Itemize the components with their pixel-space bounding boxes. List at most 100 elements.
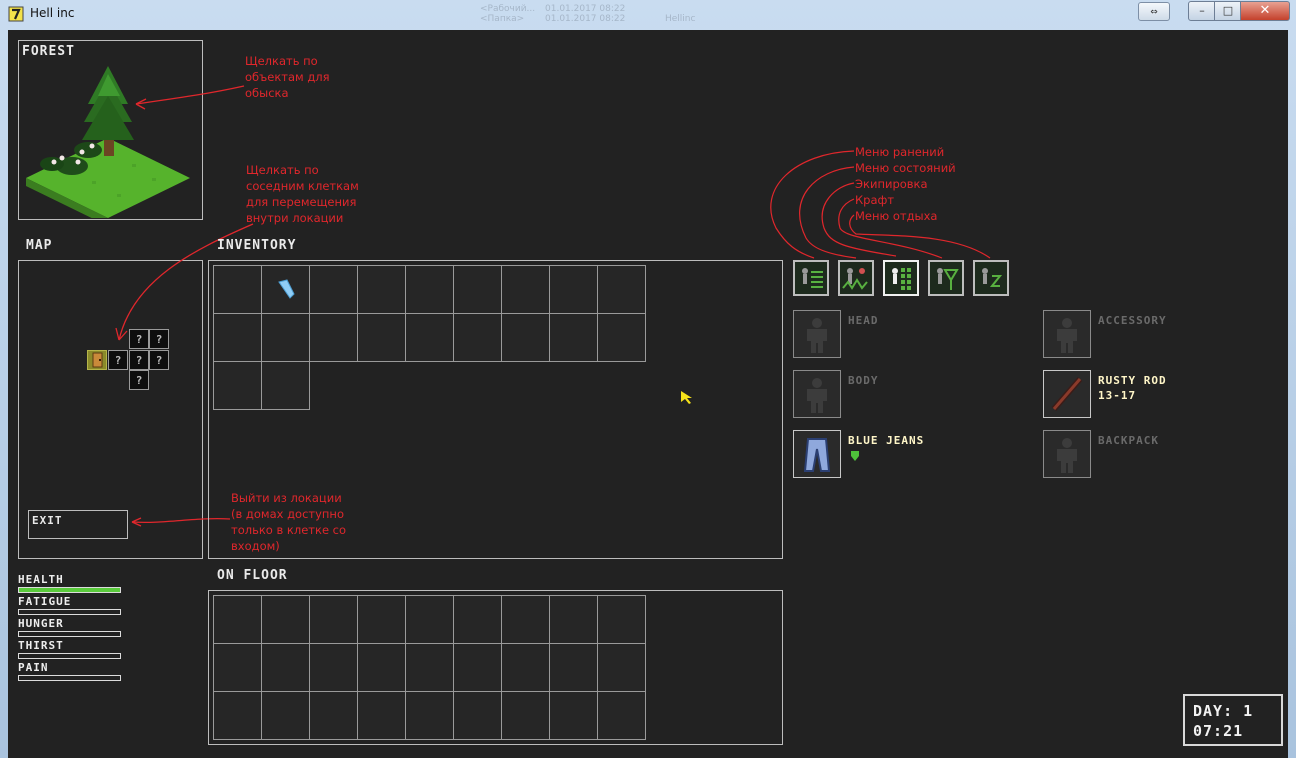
background-text: Hellinc xyxy=(665,14,696,24)
equip-body-label: BODY xyxy=(848,374,879,387)
craft-icon xyxy=(937,268,959,290)
floor-slot[interactable] xyxy=(261,691,310,740)
map-title: MAP xyxy=(26,238,53,253)
equip-slot-accessory[interactable] xyxy=(1043,310,1091,358)
floor-slot[interactable] xyxy=(309,643,358,692)
floor-slot[interactable] xyxy=(597,643,646,692)
floor-slot[interactable] xyxy=(597,691,646,740)
floor-slot[interactable] xyxy=(501,595,550,644)
background-text: <Рабочий... xyxy=(480,4,536,14)
floor-title: ON FLOOR xyxy=(217,568,288,583)
stat-pain-bar xyxy=(18,675,121,681)
stat-fatigue-label: FATIGUE xyxy=(18,595,72,608)
stat-pain-label: PAIN xyxy=(18,661,49,674)
floor-slot[interactable] xyxy=(597,595,646,644)
inventory-slot[interactable] xyxy=(597,313,646,362)
window-title: Hell inc xyxy=(30,6,75,20)
inventory-grid xyxy=(213,265,694,410)
floor-slot[interactable] xyxy=(405,643,454,692)
clock: 07:21 xyxy=(1193,722,1244,740)
grid-spacer xyxy=(645,313,694,362)
inventory-slot[interactable] xyxy=(309,313,358,362)
equip-slot-legs[interactable] xyxy=(793,430,841,478)
tab-equipment[interactable] xyxy=(883,260,919,296)
floor-slot[interactable] xyxy=(357,643,406,692)
floor-slot[interactable] xyxy=(453,691,502,740)
inventory-slot[interactable] xyxy=(453,265,502,314)
minimize-button[interactable]: – xyxy=(1188,1,1216,21)
equip-accessory-label: ACCESSORY xyxy=(1098,314,1167,327)
grid-spacer xyxy=(645,643,694,692)
stat-thirst: THIRST xyxy=(18,640,121,659)
silhouette-icon xyxy=(1057,318,1077,353)
inventory-slot[interactable] xyxy=(213,313,262,362)
equip-slot-backpack[interactable] xyxy=(1043,430,1091,478)
exit-button[interactable]: EXIT xyxy=(28,510,128,539)
grid-spacer xyxy=(645,691,694,740)
inventory-slot[interactable] xyxy=(357,313,406,362)
inventory-slot[interactable] xyxy=(405,265,454,314)
armor-shield-icon xyxy=(851,451,859,461)
tab-rest[interactable] xyxy=(973,260,1009,296)
floor-slot[interactable] xyxy=(309,595,358,644)
inventory-slot[interactable] xyxy=(549,313,598,362)
inventory-slot[interactable] xyxy=(213,265,262,314)
equip-weapon-damage: 13-17 xyxy=(1098,389,1137,402)
inventory-slot[interactable] xyxy=(597,265,646,314)
stat-fatigue-bar xyxy=(18,609,121,615)
inventory-slot[interactable] xyxy=(453,313,502,362)
grid-spacer xyxy=(645,265,694,314)
tab-states[interactable] xyxy=(838,260,874,296)
floor-slot[interactable] xyxy=(213,595,262,644)
floor-slot[interactable] xyxy=(213,643,262,692)
floor-slot[interactable] xyxy=(405,595,454,644)
app-icon xyxy=(8,6,24,22)
title-bar[interactable]: Hell inc <Рабочий... 01.01.2017 08:22 <П… xyxy=(0,0,1296,28)
floor-slot[interactable] xyxy=(549,595,598,644)
floor-slot[interactable] xyxy=(549,643,598,692)
inventory-slot[interactable] xyxy=(309,265,358,314)
floor-slot[interactable] xyxy=(357,595,406,644)
floor-slot[interactable] xyxy=(453,643,502,692)
inventory-slot[interactable] xyxy=(501,265,550,314)
equip-weapon-label: RUSTY ROD xyxy=(1098,374,1167,387)
map-cell-unknown[interactable]: ? xyxy=(129,370,149,390)
close-button[interactable]: ✕ xyxy=(1240,1,1290,21)
floor-slot[interactable] xyxy=(261,643,310,692)
floor-slot[interactable] xyxy=(261,595,310,644)
background-text: <Папка> xyxy=(480,14,525,24)
tab-wounds[interactable] xyxy=(793,260,829,296)
inventory-title: INVENTORY xyxy=(217,238,297,253)
annotation-lines xyxy=(770,150,991,259)
day-clock: DAY: 1 07:21 xyxy=(1183,694,1283,746)
silhouette-icon xyxy=(807,318,827,353)
snap-button[interactable]: ⇔ xyxy=(1138,2,1170,21)
floor-slot[interactable] xyxy=(405,691,454,740)
floor-slot[interactable] xyxy=(501,691,550,740)
inventory-slot[interactable] xyxy=(357,265,406,314)
inventory-slot[interactable] xyxy=(405,313,454,362)
inventory-slot[interactable] xyxy=(261,361,310,410)
background-text: 01.01.2017 08:22 xyxy=(545,14,626,24)
equip-slot-weapon[interactable] xyxy=(1043,370,1091,418)
maximize-button[interactable]: □ xyxy=(1214,1,1242,21)
inventory-slot[interactable] xyxy=(501,313,550,362)
equip-slot-head[interactable] xyxy=(793,310,841,358)
inventory-slot[interactable] xyxy=(549,265,598,314)
floor-panel xyxy=(208,590,783,745)
floor-slot[interactable] xyxy=(309,691,358,740)
equip-slot-body[interactable] xyxy=(793,370,841,418)
states-icon xyxy=(842,268,868,290)
inventory-slot[interactable] xyxy=(261,313,310,362)
crystal-icon[interactable] xyxy=(262,266,308,312)
floor-slot[interactable] xyxy=(213,691,262,740)
rusty-rod-icon xyxy=(1051,377,1083,411)
tab-craft[interactable] xyxy=(928,260,964,296)
floor-slot[interactable] xyxy=(549,691,598,740)
equip-backpack-label: BACKPACK xyxy=(1098,434,1159,447)
floor-slot[interactable] xyxy=(453,595,502,644)
inventory-slot[interactable] xyxy=(261,265,310,314)
inventory-slot[interactable] xyxy=(213,361,262,410)
floor-slot[interactable] xyxy=(357,691,406,740)
floor-slot[interactable] xyxy=(501,643,550,692)
